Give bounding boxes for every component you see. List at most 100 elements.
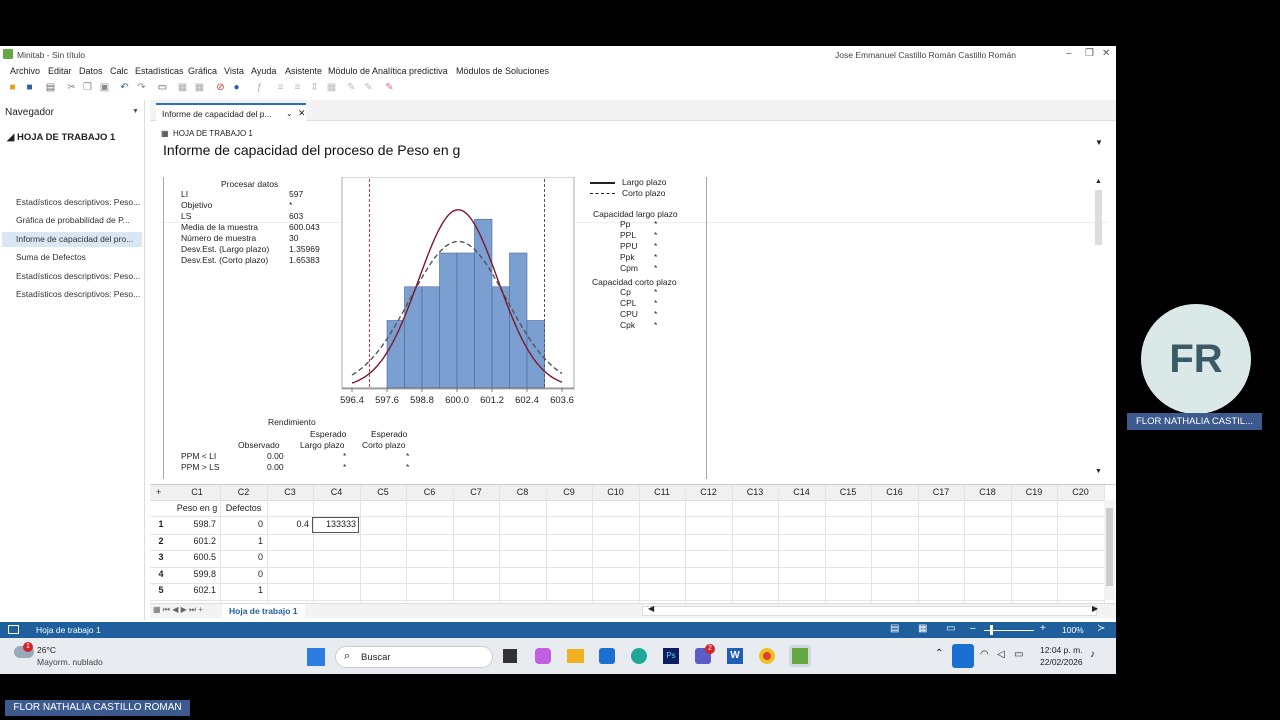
- column-header[interactable]: C19: [1011, 487, 1057, 497]
- paste-icon[interactable]: ▣: [99, 82, 110, 93]
- column-header[interactable]: C11: [639, 487, 685, 497]
- wifi-icon[interactable]: ◠: [980, 649, 989, 660]
- row-number[interactable]: 4: [154, 569, 168, 579]
- sheet-nav-icons[interactable]: ▦ ⏮ ◀ ▶ ⏭ +: [153, 605, 203, 615]
- scroll-down-icon[interactable]: ▼: [1095, 468, 1102, 475]
- report-menu-caret-icon[interactable]: ▼: [1095, 138, 1103, 147]
- nav-item-desc-1[interactable]: Estadísticos descriptivos: Peso...: [2, 195, 142, 210]
- grid-cell[interactable]: 602.1: [174, 585, 216, 595]
- column-header[interactable]: C5: [360, 487, 406, 497]
- row-number[interactable]: 3: [154, 552, 168, 562]
- column-header[interactable]: C2: [220, 487, 267, 497]
- close-icon[interactable]: ✕: [1102, 48, 1110, 59]
- column-header[interactable]: C13: [732, 487, 778, 497]
- menu-estadisticas[interactable]: Estadísticas: [135, 66, 184, 76]
- grid-cell[interactable]: 0: [220, 519, 263, 529]
- menu-archivo[interactable]: Archivo: [10, 66, 40, 76]
- grid-hscrollbar[interactable]: [642, 606, 1097, 616]
- grid-cell[interactable]: 0.4: [267, 519, 309, 529]
- scroll-left-icon[interactable]: ◀: [648, 604, 654, 613]
- nav-item-probability[interactable]: Gráfica de probabilidad de P...: [2, 213, 142, 228]
- column-header[interactable]: C18: [964, 487, 1011, 497]
- minitab-taskbar-button[interactable]: [789, 645, 811, 667]
- cut-icon[interactable]: ✂: [66, 82, 77, 93]
- menu-ayuda[interactable]: Ayuda: [251, 66, 276, 76]
- menu-calc[interactable]: Calc: [110, 66, 128, 76]
- redo-icon[interactable]: ↷: [136, 82, 147, 93]
- grid-cell[interactable]: 0: [220, 569, 263, 579]
- windows-start-icon[interactable]: [307, 648, 325, 666]
- scroll-right-icon[interactable]: ▶: [1092, 604, 1098, 613]
- battery-icon[interactable]: ▭: [1014, 649, 1023, 660]
- column-header[interactable]: C10: [592, 487, 639, 497]
- menu-editar[interactable]: Editar: [48, 66, 72, 76]
- function-icon[interactable]: ƒ: [254, 82, 265, 93]
- chevron-down-icon[interactable]: ⌄: [286, 109, 293, 118]
- nav-item-desc-3[interactable]: Estadísticos descriptivos: Peso...: [2, 287, 142, 302]
- file-explorer-icon[interactable]: [567, 649, 584, 663]
- help-icon[interactable]: ●: [231, 82, 242, 93]
- nav-item-desc-2[interactable]: Estadísticos descriptivos: Peso...: [2, 269, 142, 284]
- column-header[interactable]: C12: [685, 487, 732, 497]
- menu-soluciones[interactable]: Módulos de Soluciones: [456, 66, 549, 76]
- menu-vista[interactable]: Vista: [224, 66, 244, 76]
- command-line-icon[interactable]: ≻: [1097, 623, 1105, 634]
- row-number[interactable]: 5: [154, 585, 168, 595]
- grid-view-icon[interactable]: ▦: [918, 623, 927, 634]
- grid-cell[interactable]: 0: [220, 552, 263, 562]
- edge-icon[interactable]: [631, 648, 647, 664]
- save-icon[interactable]: ■: [24, 82, 35, 93]
- column-header[interactable]: C6: [406, 487, 453, 497]
- volume-icon[interactable]: ◁: [997, 649, 1005, 660]
- replace-icon[interactable]: ▦: [194, 82, 205, 93]
- column-name[interactable]: Defectos: [220, 503, 267, 513]
- column-header[interactable]: C7: [453, 487, 499, 497]
- minimize-icon[interactable]: –: [1066, 48, 1072, 59]
- undo-icon[interactable]: ↶: [119, 82, 130, 93]
- pen-icon[interactable]: ✎: [363, 82, 374, 93]
- taskbar-search[interactable]: ⌕ Buscar: [335, 646, 493, 668]
- grid-corner[interactable]: +: [156, 487, 161, 497]
- grid-vscrollbar[interactable]: [1104, 500, 1115, 600]
- row-number[interactable]: 2: [154, 536, 168, 546]
- sheet-tab[interactable]: Hoja de trabajo 1: [222, 604, 305, 618]
- outlook-icon[interactable]: [599, 648, 615, 664]
- column-header[interactable]: C1: [174, 487, 220, 497]
- grid-cell[interactable]: 598.7: [174, 519, 216, 529]
- nav-item-sum-defects[interactable]: Suma de Defectos: [2, 250, 142, 265]
- copilot-icon[interactable]: [535, 648, 551, 664]
- insert-cols-icon[interactable]: ≡: [292, 82, 303, 93]
- column-header[interactable]: C4: [313, 487, 360, 497]
- open-folder-icon[interactable]: ■: [7, 82, 18, 93]
- grid-icon[interactable]: ▦: [326, 82, 337, 93]
- grid-cell[interactable]: 599.8: [174, 569, 216, 579]
- move-icon[interactable]: ⇕: [309, 82, 320, 93]
- clock-date[interactable]: 22/02/2026: [1040, 657, 1083, 667]
- tray-chevron-icon[interactable]: ⌃: [935, 648, 943, 659]
- column-header[interactable]: C17: [918, 487, 964, 497]
- brush-icon[interactable]: ✎: [346, 82, 357, 93]
- insert-rows-icon[interactable]: ≡: [275, 82, 286, 93]
- grid-cell[interactable]: 1: [220, 536, 263, 546]
- zoom-slider-thumb[interactable]: [990, 625, 993, 635]
- report-scrollbar[interactable]: ▲ ▼: [1092, 178, 1104, 478]
- menu-grafica[interactable]: Gráfica: [188, 66, 217, 76]
- grid-cell[interactable]: 601.2: [174, 536, 216, 546]
- grid-cell[interactable]: 600.5: [174, 552, 216, 562]
- find-icon[interactable]: ▦: [177, 82, 188, 93]
- page-view-icon[interactable]: ▭: [946, 623, 955, 634]
- navigator-caret-icon[interactable]: ▼: [132, 108, 139, 115]
- photoshop-icon[interactable]: Ps: [663, 648, 679, 664]
- print-icon[interactable]: ▤: [45, 82, 56, 93]
- menu-datos[interactable]: Datos: [79, 66, 103, 76]
- scroll-thumb[interactable]: [1095, 190, 1102, 245]
- column-header[interactable]: C20: [1057, 487, 1104, 497]
- eraser-icon[interactable]: ✎: [384, 82, 395, 93]
- menu-analitica[interactable]: Módulo de Analítica predictiva: [328, 66, 448, 76]
- notification-bell-icon[interactable]: ♪: [1090, 649, 1095, 660]
- worksheet-view-icon[interactable]: ▤: [890, 623, 899, 634]
- scroll-up-icon[interactable]: ▲: [1095, 178, 1102, 185]
- column-header[interactable]: C8: [499, 487, 546, 497]
- tab-capability-report[interactable]: Informe de capacidad del p... ⌄ ✕: [156, 103, 306, 121]
- cancel-icon[interactable]: ⊘: [215, 82, 226, 93]
